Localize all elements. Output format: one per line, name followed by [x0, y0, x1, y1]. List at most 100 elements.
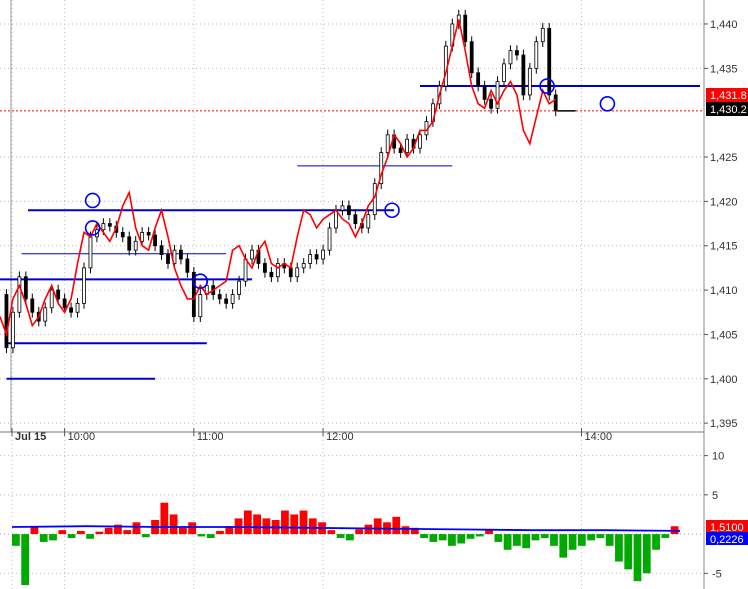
indicator-bar — [206, 534, 215, 538]
indicator-bar — [596, 534, 605, 538]
price-tick-label: 1,395 — [710, 418, 738, 430]
price-tick-label: 1,400 — [710, 374, 738, 386]
indicator-bar — [503, 534, 512, 550]
indicator-bar — [652, 534, 660, 550]
indicator-bar — [540, 534, 549, 538]
candle-body — [321, 249, 325, 260]
indicator-bar — [568, 534, 577, 550]
indicator-bar — [308, 518, 317, 535]
candle-body — [120, 232, 125, 238]
candle-body — [527, 67, 532, 96]
circle-marker — [599, 95, 616, 112]
candle-body — [56, 289, 61, 300]
price-grid — [0, 0, 705, 589]
candle-body — [30, 298, 35, 313]
indicator-bar — [624, 534, 633, 570]
indicator-bar — [438, 534, 447, 541]
indicator-bar — [12, 534, 20, 546]
indicator-bar — [401, 526, 410, 535]
candle-body — [540, 28, 545, 43]
candle-body — [301, 263, 306, 269]
candle-body — [82, 267, 86, 304]
candle-body — [4, 294, 9, 349]
candle-body — [327, 227, 332, 251]
candle-body — [521, 54, 526, 96]
candle-body — [508, 50, 513, 65]
time-tick-label: 11:00 — [197, 431, 224, 443]
candle-body — [88, 236, 93, 269]
indicator-bar — [355, 529, 364, 535]
indicator-bar — [457, 534, 466, 544]
indicator-bar — [615, 534, 623, 562]
indicator-bar — [160, 502, 169, 535]
candle-body — [263, 263, 267, 273]
indicator-bar — [475, 534, 484, 537]
candle-body — [340, 205, 345, 211]
candle-body — [153, 234, 157, 247]
candle-body — [185, 258, 190, 273]
candle-body — [469, 41, 474, 74]
indicator-panel: 105-51,51000,2226 — [0, 451, 748, 586]
indicator-bar — [243, 510, 252, 535]
indicator-bar — [466, 534, 475, 539]
candle-body — [366, 214, 371, 229]
indicator-bar — [216, 530, 224, 535]
candle-body — [159, 245, 164, 255]
price-tick-label: 1,420 — [710, 196, 738, 208]
candle-body — [230, 294, 235, 304]
price-tick-label: 1,435 — [710, 63, 738, 75]
candle-body — [288, 267, 293, 278]
candle-body — [62, 298, 67, 309]
indicator-bar — [253, 514, 261, 535]
indicator-bar — [95, 531, 104, 535]
price-y-axis: 1,440 1,435 1,425 1,420 1,415 1,410 1,405 1,400… — [704, 19, 748, 430]
indicator-bar — [420, 534, 428, 538]
candle-body — [224, 298, 229, 304]
candle-body — [107, 223, 112, 227]
indicator-grid — [0, 455, 704, 574]
candle-body — [198, 294, 203, 318]
indicator-bar — [58, 530, 67, 535]
indicator-bar — [550, 534, 558, 546]
candle-body — [250, 249, 254, 260]
indicator-bar — [485, 530, 493, 535]
candle-body — [418, 134, 422, 149]
candle-body — [133, 240, 138, 251]
indicator-bar — [262, 518, 271, 535]
candle-body — [405, 138, 409, 153]
candle-body — [140, 232, 145, 242]
candle-body — [166, 254, 170, 264]
indicator-bar — [169, 514, 178, 535]
candle-body — [502, 63, 506, 83]
candle-body — [515, 50, 519, 56]
candle-body — [275, 263, 280, 278]
candle-body — [553, 94, 558, 112]
indicator-bar — [49, 534, 57, 541]
candle-body — [75, 302, 80, 313]
time-tick-label: 10:00 — [68, 431, 96, 443]
indicator-bar — [448, 534, 456, 546]
candle-body — [489, 98, 493, 109]
price-tick-label: 1,415 — [710, 241, 738, 253]
candle-body — [43, 307, 48, 322]
candle-body — [482, 85, 487, 100]
indicator-bar — [197, 534, 206, 537]
indicator-bar — [299, 510, 308, 535]
indicator-bar — [587, 534, 595, 541]
candle-body — [308, 254, 313, 264]
candle-body — [385, 134, 390, 153]
candle-body — [243, 258, 248, 282]
time-x-axis: Jul 15 10:00 11:00 12:00 14:00 — [11, 428, 612, 443]
indicator-bar — [522, 534, 531, 549]
indicator-bar — [141, 534, 150, 538]
price-tick-label: 1,440 — [710, 19, 738, 31]
current-price-label: 1,431.8 — [710, 90, 747, 102]
indicator-bar — [104, 527, 113, 535]
indicator-bar — [188, 522, 197, 535]
indicator-bar — [633, 534, 642, 582]
indicator-bar — [494, 534, 503, 542]
candle-body — [269, 271, 274, 278]
indicator-bar — [327, 530, 336, 535]
indicator-bars — [12, 502, 679, 586]
indicator-bar — [179, 527, 187, 535]
